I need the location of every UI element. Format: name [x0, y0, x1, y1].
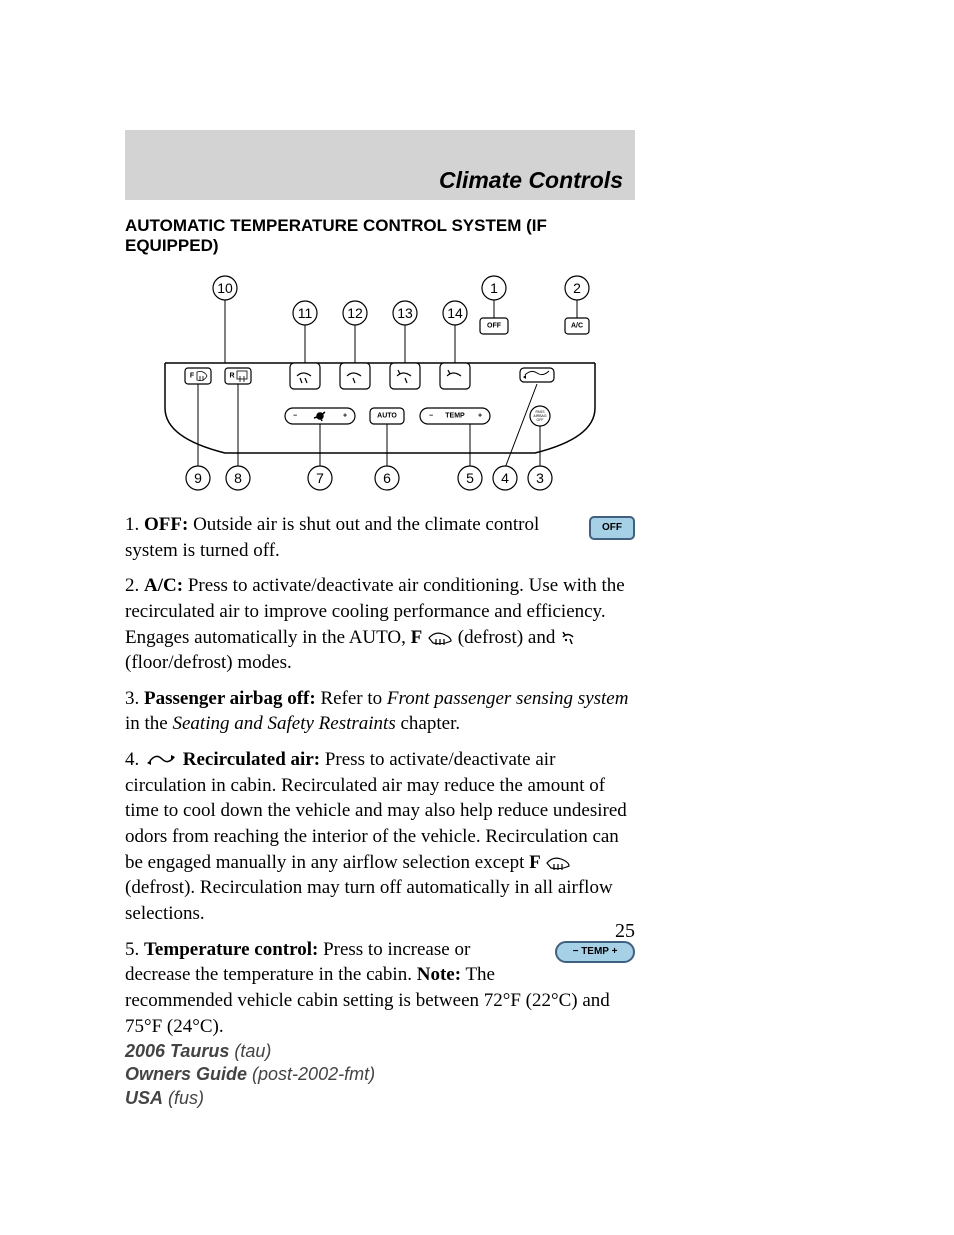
item-2-text-b: (defrost) and: [458, 627, 560, 648]
svg-text:12: 12: [347, 305, 363, 321]
svg-text:9: 9: [194, 470, 202, 486]
item-2: 2. A/C: Press to activate/deactivate air…: [125, 573, 635, 676]
defrost-icon-2: [545, 856, 571, 870]
svg-text:14: 14: [447, 305, 463, 321]
item-4-text-b: (defrost). Recirculation may turn off au…: [125, 877, 613, 924]
item-3-text-b: in the: [125, 713, 173, 734]
section-title: AUTOMATIC TEMPERATURE CONTROL SYSTEM (IF…: [125, 216, 635, 256]
footer-l1b: (tau): [229, 1041, 271, 1061]
svg-text:1: 1: [490, 280, 498, 296]
svg-text:+: +: [478, 413, 482, 420]
svg-text:F: F: [190, 373, 195, 380]
floor-defrost-icon: [560, 631, 578, 645]
svg-text:OFF: OFF: [537, 418, 544, 422]
item-3-text-a: Refer to: [316, 688, 387, 709]
svg-text:4: 4: [501, 470, 509, 486]
item-4: 4. Recirculated air: Press to activate/d…: [125, 747, 635, 926]
svg-text:+: +: [343, 413, 347, 420]
page-number: 25: [615, 920, 635, 943]
temp-control-figure: − TEMP +: [555, 941, 635, 963]
svg-text:10: 10: [217, 280, 233, 296]
item-5: − TEMP + 5. Temperature control: Press t…: [125, 937, 635, 1040]
item-5-note-label: Note:: [417, 964, 461, 985]
item-2-label: A/C:: [144, 575, 183, 596]
svg-text:−: −: [293, 413, 297, 420]
recirculate-icon: [144, 754, 178, 768]
item-3-text-c: chapter.: [396, 713, 460, 734]
svg-text:AUTO: AUTO: [377, 413, 397, 420]
item-3-em2: Seating and Safety Restraints: [173, 713, 396, 734]
footer-l2b: (post-2002-fmt): [247, 1064, 375, 1084]
item-4-num: 4.: [125, 749, 139, 770]
svg-text:6: 6: [383, 470, 391, 486]
svg-text:7: 7: [316, 470, 324, 486]
svg-text:11: 11: [298, 305, 313, 321]
item-1-label: OFF:: [144, 514, 188, 535]
svg-text:8: 8: [234, 470, 242, 486]
item-5-num: 5.: [125, 939, 139, 960]
item-3: 3. Passenger airbag off: Refer to Front …: [125, 686, 635, 737]
footer: 2006 Taurus (tau) Owners Guide (post-200…: [125, 1040, 375, 1110]
svg-text:A/C: A/C: [571, 323, 583, 330]
svg-text:−: −: [429, 413, 433, 420]
svg-text:OFF: OFF: [487, 323, 502, 330]
footer-l2a: Owners Guide: [125, 1064, 247, 1084]
item-3-label: Passenger airbag off:: [144, 688, 316, 709]
item-3-num: 3.: [125, 688, 139, 709]
defrost-icon: [427, 631, 453, 645]
item-2-num: 2.: [125, 575, 139, 596]
page-title: Climate Controls: [439, 167, 623, 194]
svg-text:R: R: [229, 373, 234, 380]
item-1-num: 1.: [125, 514, 139, 535]
item-2-text-c: (floor/defrost) modes.: [125, 652, 292, 673]
item-5-label: Temperature control:: [144, 939, 318, 960]
off-button-figure: OFF: [589, 516, 635, 540]
control-diagram: F R OFF A/C: [125, 268, 635, 498]
footer-l3b: (fus): [163, 1088, 204, 1108]
svg-text:13: 13: [397, 305, 413, 321]
item-4-label: Recirculated air:: [183, 749, 320, 770]
page-content: Climate Controls AUTOMATIC TEMPERATURE C…: [125, 130, 635, 1039]
item-3-em: Front passenger sensing system: [387, 688, 629, 709]
item-2-f: F: [411, 627, 423, 648]
svg-text:3: 3: [536, 470, 544, 486]
footer-l3a: USA: [125, 1088, 163, 1108]
footer-l1a: 2006 Taurus: [125, 1041, 229, 1061]
item-1-text: Outside air is shut out and the climate …: [125, 514, 539, 561]
svg-text:2: 2: [573, 280, 581, 296]
svg-text:5: 5: [466, 470, 474, 486]
item-1: OFF 1. OFF: Outside air is shut out and …: [125, 512, 635, 563]
svg-text:TEMP: TEMP: [445, 413, 465, 420]
item-4-f: F: [529, 852, 541, 873]
header-bar: Climate Controls: [125, 130, 635, 200]
